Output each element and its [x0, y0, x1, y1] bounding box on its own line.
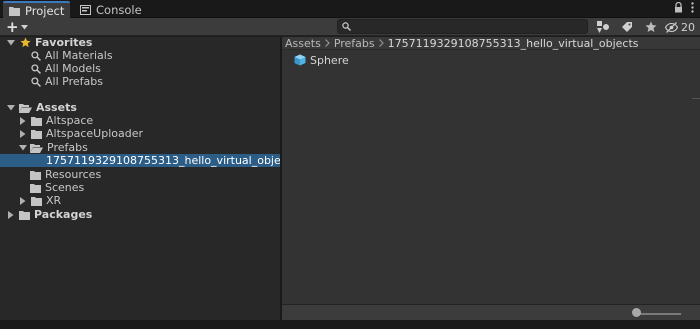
tab-strip: Project Console — [0, 0, 700, 18]
folder-icon — [30, 170, 41, 180]
favorite-item-all-prefabs[interactable]: All Prefabs — [0, 75, 280, 88]
favorite-item-all-materials[interactable]: All Materials — [0, 49, 280, 62]
tree-label-packages: Packages — [34, 208, 93, 221]
more-options-icon[interactable] — [691, 2, 694, 13]
project-toolbar: + 20 — [0, 18, 700, 36]
edge-divider — [692, 98, 700, 99]
tree-item-packages[interactable]: Packages — [0, 208, 280, 221]
folder-icon — [9, 6, 20, 16]
eye-slash-icon — [665, 21, 678, 33]
tree-item-favorites[interactable]: Favorites — [0, 36, 280, 49]
chevron-right-icon — [324, 39, 330, 47]
expand-arrow-right-icon[interactable] — [18, 129, 28, 139]
search-icon — [342, 22, 351, 31]
breadcrumb-assets[interactable]: Assets — [285, 37, 321, 50]
window-footer — [0, 320, 700, 329]
chevron-down-icon — [20, 24, 28, 29]
search-icon — [31, 50, 41, 61]
search-icon — [31, 63, 41, 74]
folder-label: XR — [46, 194, 62, 207]
folder-label: Resources — [45, 168, 102, 181]
folder-icon — [31, 196, 42, 206]
favorite-label: All Models — [45, 62, 101, 75]
hidden-packages-toggle[interactable]: 20 — [665, 19, 695, 35]
folder-open-icon — [30, 143, 43, 153]
search-by-label-button[interactable] — [617, 19, 637, 35]
tree-item-hello-virtual-objects[interactable]: 1757119329108755313_hello_virtual_object… — [0, 154, 297, 167]
prefab-cube-icon — [294, 54, 306, 66]
favorite-button[interactable] — [641, 19, 661, 35]
breadcrumb-current[interactable]: 1757119329108755313_hello_virtual_object… — [388, 37, 639, 50]
expand-arrow-right-icon[interactable] — [18, 196, 28, 206]
tab-project-label: Project — [25, 3, 65, 18]
expand-arrow-down-icon[interactable] — [6, 103, 16, 113]
folder-open-icon — [19, 103, 32, 113]
tree-item-altspace-uploader[interactable]: AltspaceUploader — [0, 127, 280, 140]
breadcrumb: Assets Prefabs 1757119329108755313_hello… — [282, 37, 700, 50]
expand-arrow-right-icon[interactable] — [18, 116, 28, 126]
icon-size-slider-thumb[interactable] — [632, 308, 641, 317]
tree-label-assets: Assets — [36, 101, 77, 114]
expand-arrow-down-icon[interactable] — [6, 38, 16, 48]
label-tag-icon — [622, 22, 632, 32]
console-icon — [80, 4, 91, 15]
star-icon — [20, 37, 31, 48]
asset-list-panel: Assets Prefabs 1757119329108755313_hello… — [282, 37, 700, 320]
hidden-count: 20 — [681, 20, 695, 34]
folder-icon — [30, 183, 41, 193]
tree-item-prefabs[interactable]: Prefabs — [0, 141, 280, 154]
asset-label: Sphere — [310, 53, 349, 67]
folder-label: 1757119329108755313_hello_virtual_object… — [46, 154, 297, 167]
favorite-item-all-models[interactable]: All Models — [0, 62, 280, 75]
search-icon — [31, 76, 41, 87]
folder-label: AltspaceUploader — [46, 127, 143, 140]
tab-console[interactable]: Console — [74, 1, 148, 18]
search-input[interactable] — [354, 20, 584, 33]
breadcrumb-prefabs[interactable]: Prefabs — [334, 37, 375, 50]
folder-icon — [31, 116, 42, 126]
tree-item-altspace[interactable]: Altspace — [0, 114, 280, 127]
icon-size-slider-track[interactable] — [635, 313, 681, 315]
favorite-label: All Prefabs — [45, 75, 103, 88]
tree-item-assets[interactable]: Assets — [0, 101, 280, 114]
tree-item-resources[interactable]: Resources — [0, 168, 280, 181]
tree-item-scenes[interactable]: Scenes — [0, 181, 280, 194]
search-by-type-button[interactable] — [593, 19, 613, 35]
expand-arrow-right-icon[interactable] — [6, 210, 16, 220]
search-by-type-icon — [596, 21, 609, 33]
folder-tree: Favorites All Materials All Models All P… — [0, 36, 297, 320]
tree-label-favorites: Favorites — [35, 36, 93, 49]
plus-label: + — [6, 18, 19, 36]
create-button[interactable]: + — [6, 19, 28, 35]
favorite-label: All Materials — [45, 49, 113, 62]
tab-console-label: Console — [96, 2, 142, 17]
folder-label: Altspace — [46, 114, 94, 127]
folder-icon — [31, 129, 42, 139]
search-field[interactable] — [337, 19, 588, 34]
folder-label: Prefabs — [47, 141, 88, 154]
lock-icon[interactable] — [674, 2, 683, 13]
tab-project[interactable]: Project — [3, 1, 71, 18]
tree-item-xr[interactable]: XR — [0, 194, 280, 207]
asset-item-sphere[interactable]: Sphere — [294, 53, 349, 67]
chevron-right-icon — [378, 39, 384, 47]
folder-icon — [19, 210, 30, 220]
folder-label: Scenes — [45, 181, 85, 194]
expand-arrow-down-icon[interactable] — [18, 143, 28, 153]
asset-size-bar — [282, 304, 700, 320]
star-icon — [645, 21, 657, 32]
